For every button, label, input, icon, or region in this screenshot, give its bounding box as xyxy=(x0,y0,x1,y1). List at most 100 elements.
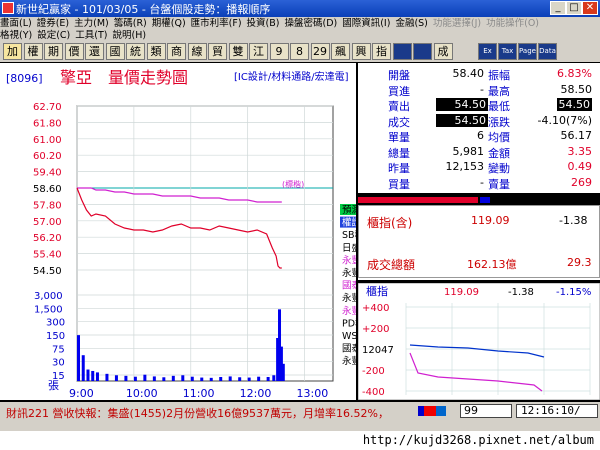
menu2-item-3[interactable]: 說明(H) xyxy=(112,30,146,41)
toolbar-button-18[interactable]: 指 xyxy=(372,43,391,60)
maximize-button[interactable]: □ xyxy=(566,1,582,15)
quote-value: 5,981 xyxy=(452,144,485,158)
warrant-item[interactable]: SB群益 xyxy=(342,229,356,241)
menu-item-11[interactable]: 功能操作(O) xyxy=(486,18,539,29)
toolbar-button-19[interactable] xyxy=(392,43,412,60)
otc-index-chart[interactable]: 櫃指 119.09 -1.38 -1.15% +400 +200 12047 -200 -400 xyxy=(358,283,600,400)
code-input[interactable]: 99 xyxy=(460,404,512,418)
quote-value-right: 0.49 xyxy=(567,160,593,173)
warrant-item[interactable]: 國泰PH xyxy=(342,280,356,292)
volume-bar xyxy=(152,376,156,381)
toolbar-button-6[interactable]: 統 xyxy=(126,43,145,60)
quote-label-right: 振幅 xyxy=(488,69,510,82)
toolbar-button-12[interactable]: 江 xyxy=(249,43,268,60)
quote-value-right: 58.50 xyxy=(560,82,593,96)
close-button[interactable]: ✕ xyxy=(582,1,598,15)
news-ticker[interactable]: 財訊221 營收快報：集盛(1455)2月份營收16億9537萬元，月增率16.… xyxy=(6,405,389,421)
price-volume-chart[interactable]: [8096] 擎亞 量價走勢圖 [IC設計/材料通路/宏達電] 62.70 61.80 61… xyxy=(0,63,356,400)
turnover-label: 成交總額 xyxy=(367,258,416,272)
index-tick-label: 12047 xyxy=(362,345,394,356)
toolbar-icon-2[interactable]: Page xyxy=(518,43,537,60)
menu-item-0[interactable]: 畫面(L) xyxy=(0,18,32,29)
quote-label: 開盤 xyxy=(388,69,410,82)
chart-title: 量價走勢圖 xyxy=(108,68,188,87)
warrant-item[interactable]: PD群益 xyxy=(342,317,356,329)
status-bar: 財訊221 營收快報：集盛(1455)2月份營收16億9537萬元，月增率16.… xyxy=(0,402,600,420)
menu2-item-2[interactable]: 工具(T) xyxy=(75,30,107,41)
quote-value-right: 54.50 xyxy=(556,98,592,111)
toolbar-icon-3[interactable]: Data xyxy=(538,43,557,60)
menu2-item-0[interactable]: 格視(Y) xyxy=(0,30,32,41)
toolbar-button-2[interactable]: 期 xyxy=(44,43,63,60)
toolbar-button-1[interactable]: 權 xyxy=(23,43,43,60)
menu2-item-1[interactable]: 設定(C) xyxy=(37,30,70,41)
toolbar-button-21[interactable]: 成 xyxy=(433,43,453,60)
menu-item-8[interactable]: 國際資訊(I) xyxy=(342,18,390,29)
menu-item-5[interactable]: 匯市利率(F) xyxy=(191,18,242,29)
url-footer: http://kujd3268.pixnet.net/album xyxy=(0,431,600,450)
time-tick-label: 10:00 xyxy=(126,387,158,400)
quote-label: 買進 xyxy=(388,84,410,98)
toolbar-button-7[interactable]: 類 xyxy=(146,43,166,60)
volume-bar xyxy=(124,375,128,381)
volume-bar xyxy=(238,377,242,381)
toolbar-button-4[interactable]: 還 xyxy=(85,43,104,60)
toolbar-button-17[interactable]: 興 xyxy=(351,43,371,60)
menu-item-7[interactable]: 操盤密碼(D) xyxy=(284,18,337,29)
warrant-item[interactable]: 預測 xyxy=(342,204,356,216)
quote-label: 單量 xyxy=(388,131,410,144)
warrant-item[interactable]: 永豐U8 xyxy=(342,305,356,317)
toolbar-button-5[interactable]: 國 xyxy=(105,43,125,60)
menu-item-10[interactable]: 功能選擇(J) xyxy=(433,18,481,29)
toolbar-button-8[interactable]: 商 xyxy=(167,43,186,60)
quote-value: 58.40 xyxy=(452,67,485,80)
warrant-item[interactable]: 永豐X5 xyxy=(342,292,356,304)
toolbar-button-11[interactable]: 雙 xyxy=(228,43,248,60)
toolbar-icon-1[interactable]: Tax xyxy=(498,43,517,60)
volume-bar xyxy=(162,377,166,381)
warrant-item[interactable]: 永豐PW xyxy=(342,254,356,266)
menu-item-9[interactable]: 金融(S) xyxy=(395,18,427,29)
warrant-item[interactable]: 永豐PU xyxy=(342,267,356,279)
warrant-item[interactable]: 國泰W3 xyxy=(342,343,356,355)
toolbar-button-0[interactable]: 加 xyxy=(3,43,22,60)
time-tick-label: 11:00 xyxy=(183,387,215,400)
time-tick-label: 13:00 xyxy=(297,387,329,400)
warrant-item[interactable]: 權證 xyxy=(342,217,356,229)
ref-line-label: (標楷) xyxy=(282,179,304,189)
toolbar-button-20[interactable] xyxy=(413,43,432,60)
price-tick-label: 54.50 xyxy=(33,266,62,277)
bid-ask-bar xyxy=(358,195,600,205)
quote-label-right: 變動 xyxy=(488,162,510,175)
quote-label-right: 賣量 xyxy=(488,177,510,191)
toolbar-button-13[interactable]: 9 xyxy=(269,43,289,60)
warrant-item[interactable]: 永豐R7 xyxy=(342,355,356,367)
toolbar-button-10[interactable]: 貿 xyxy=(208,43,227,60)
quote-row: 單量 6 均價 56.17 xyxy=(358,129,600,144)
quote-row: 總量 5,981 金額 3.35 xyxy=(358,145,600,160)
ask-bar xyxy=(480,197,490,203)
quote-label-right: 均價 xyxy=(488,131,510,144)
quote-label-right: 金額 xyxy=(488,146,510,160)
toolbar-button-9[interactable]: 線 xyxy=(187,43,207,60)
menu-item-3[interactable]: 籌碼(R) xyxy=(114,18,147,29)
toolbar-button-16[interactable]: 飆 xyxy=(331,43,350,60)
minimize-button[interactable]: _ xyxy=(550,1,566,15)
toolbar-button-3[interactable]: 價 xyxy=(64,43,84,60)
volume-bar xyxy=(171,375,175,381)
toolbar-button-14[interactable]: 8 xyxy=(290,43,309,60)
index-value: 119.09 xyxy=(471,214,510,227)
warrant-item[interactable]: WS群益 xyxy=(342,330,356,342)
volume-bar xyxy=(266,376,270,381)
toolbar-icon-0[interactable]: Ex xyxy=(478,43,497,60)
volume-bar xyxy=(77,335,80,381)
index-change: -1.38 xyxy=(559,214,588,227)
menu-item-2[interactable]: 主力(M) xyxy=(74,18,109,29)
warrant-item[interactable]: 日盛RE xyxy=(342,242,356,254)
quote-value: - xyxy=(480,175,484,189)
menu-item-1[interactable]: 證券(E) xyxy=(37,18,69,29)
menu-item-4[interactable]: 期權(Q) xyxy=(152,18,186,29)
index-tick-label: -400 xyxy=(362,387,385,398)
toolbar-button-15[interactable]: 29 xyxy=(310,43,330,60)
menu-item-6[interactable]: 投資(B) xyxy=(247,18,280,29)
